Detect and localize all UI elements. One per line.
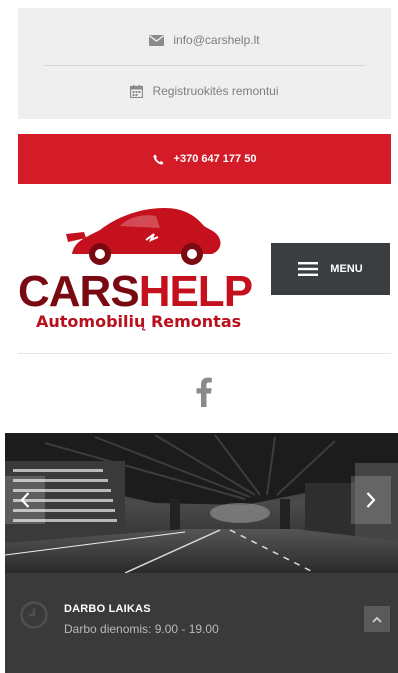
scroll-to-top-button[interactable]: [364, 606, 390, 632]
clock-icon: [19, 600, 49, 630]
slider-prev-button[interactable]: [5, 476, 45, 524]
section-divider: [18, 353, 391, 354]
email-text: info@carshelp.lt: [173, 33, 260, 47]
slider-next-button[interactable]: [351, 476, 391, 524]
envelope-icon: [149, 34, 165, 46]
info-divider: [44, 65, 365, 66]
facebook-icon[interactable]: [190, 374, 218, 410]
working-hours-bar: DARBO LAIKAS Darbo dienomis: 9.00 - 19.0…: [5, 573, 398, 673]
logo-subtitle: Automobilių Remontas: [36, 312, 242, 331]
menu-button[interactable]: MENU: [271, 243, 390, 295]
chevron-left-icon: [20, 492, 30, 508]
phone-call-button[interactable]: +370 647 177 50: [18, 134, 391, 184]
phone-icon: [153, 154, 164, 165]
carshelp-logo[interactable]: CARSHELP Automobilių Remontas: [14, 204, 276, 332]
phone-number: +370 647 177 50: [173, 153, 257, 165]
tunnel-road-image: [5, 433, 398, 573]
hamburger-icon: [298, 262, 319, 276]
logo-word-help: HELP: [138, 267, 253, 316]
contact-info-box: info@carshelp.lt Registruokitės remontui: [18, 8, 391, 119]
menu-label: MENU: [330, 263, 363, 275]
working-hours-text: Darbo dienomis: 9.00 - 19.00: [64, 622, 219, 636]
logo-word-cars: CARS: [18, 267, 140, 316]
chevron-right-icon: [366, 492, 376, 508]
email-link[interactable]: info@carshelp.lt: [18, 25, 391, 55]
logo-wordmark: CARSHELP: [18, 267, 253, 316]
hero-slider[interactable]: [5, 433, 398, 573]
working-hours-title: DARBO LAIKAS: [64, 603, 151, 615]
repair-registration-link[interactable]: Registruokitės remontui: [18, 76, 391, 106]
calendar-icon: [130, 84, 144, 98]
repair-registration-text: Registruokitės remontui: [152, 84, 279, 98]
chevron-up-icon: [372, 616, 382, 623]
